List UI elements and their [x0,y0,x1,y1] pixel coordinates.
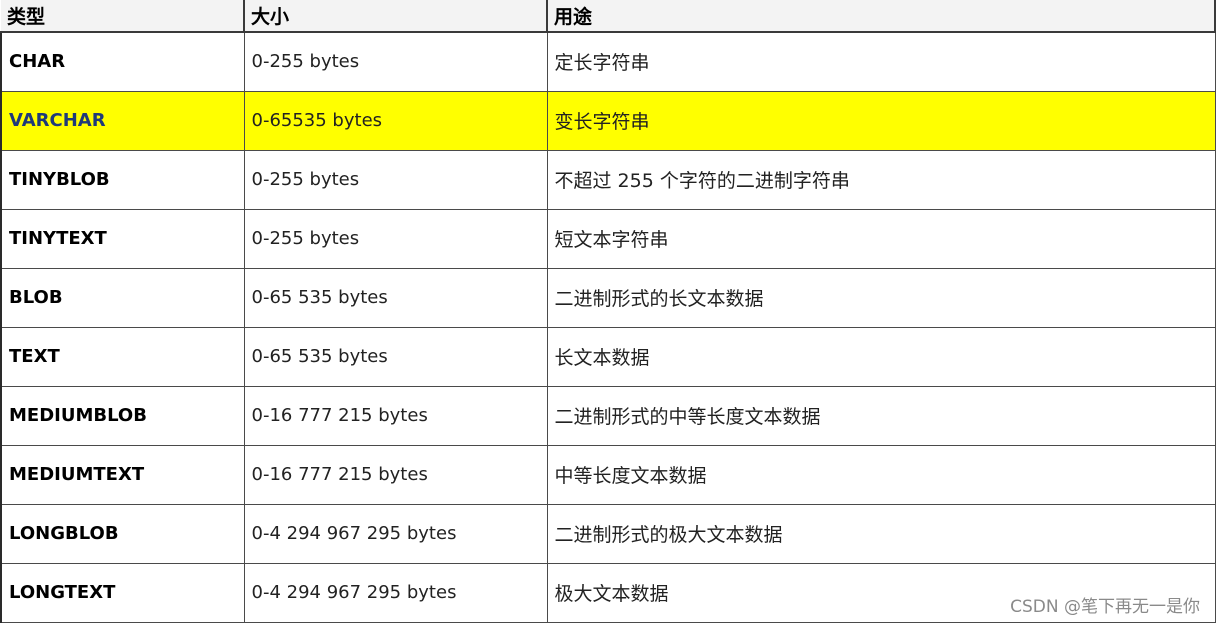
type-cell: TEXT [0,326,245,387]
header-size: 大小 [244,0,548,33]
use-cell: 中等长度文本数据 [546,444,1216,505]
size-cell: 0-4 294 967 295 bytes [243,503,548,564]
size-cell: 0-16 777 215 bytes [243,385,548,446]
use-cell: 二进制形式的长文本数据 [546,267,1216,328]
header-use: 用途 [547,0,1216,33]
table-header-row: 类型 大小 用途 [1,0,1216,33]
size-cell: 0-65 535 bytes [243,326,548,387]
size-cell: 0-65535 bytes [243,90,548,151]
use-cell: 长文本数据 [546,326,1216,387]
use-cell: 二进制形式的中等长度文本数据 [546,385,1216,446]
type-cell: BLOB [0,267,245,328]
type-cell: LONGBLOB [0,503,245,564]
type-cell: CHAR [0,31,245,92]
type-cell: VARCHAR [0,90,245,151]
csdn-watermark: CSDN @笔下再无一是你 [1010,597,1200,617]
type-cell: TINYBLOB [0,149,245,210]
table-row: TINYTEXT 0-255 bytes 短文本字符串 [0,208,1216,269]
size-cell: 0-4 294 967 295 bytes [243,562,548,623]
header-type: 类型 [1,0,245,33]
use-cell: 定长字符串 [546,31,1216,92]
type-cell: MEDIUMBLOB [0,385,245,446]
table-row: BLOB 0-65 535 bytes 二进制形式的长文本数据 [0,267,1216,328]
table-row: LONGBLOB 0-4 294 967 295 bytes 二进制形式的极大文… [0,503,1216,564]
use-cell: 变长字符串 [546,90,1216,151]
use-cell: 不超过 255 个字符的二进制字符串 [546,149,1216,210]
use-cell: 二进制形式的极大文本数据 [546,503,1216,564]
table-row: TINYBLOB 0-255 bytes 不超过 255 个字符的二进制字符串 [0,149,1216,210]
type-cell: LONGTEXT [0,562,245,623]
size-cell: 0-16 777 215 bytes [243,444,548,505]
size-cell: 0-255 bytes [243,31,548,92]
data-type-table: 类型 大小 用途 CHAR 0-255 bytes 定长字符串 VARCHAR … [0,0,1216,623]
size-cell: 0-65 535 bytes [243,267,548,328]
type-cell: TINYTEXT [0,208,245,269]
use-cell: 短文本字符串 [546,208,1216,269]
size-cell: 0-255 bytes [243,149,548,210]
table-row: TEXT 0-65 535 bytes 长文本数据 [0,326,1216,387]
type-cell: MEDIUMTEXT [0,444,245,505]
table-row: CHAR 0-255 bytes 定长字符串 [0,31,1216,92]
table-row: MEDIUMBLOB 0-16 777 215 bytes 二进制形式的中等长度… [0,385,1216,446]
table-row: MEDIUMTEXT 0-16 777 215 bytes 中等长度文本数据 [0,444,1216,505]
size-cell: 0-255 bytes [243,208,548,269]
table-row-highlighted: VARCHAR 0-65535 bytes 变长字符串 [0,90,1216,151]
